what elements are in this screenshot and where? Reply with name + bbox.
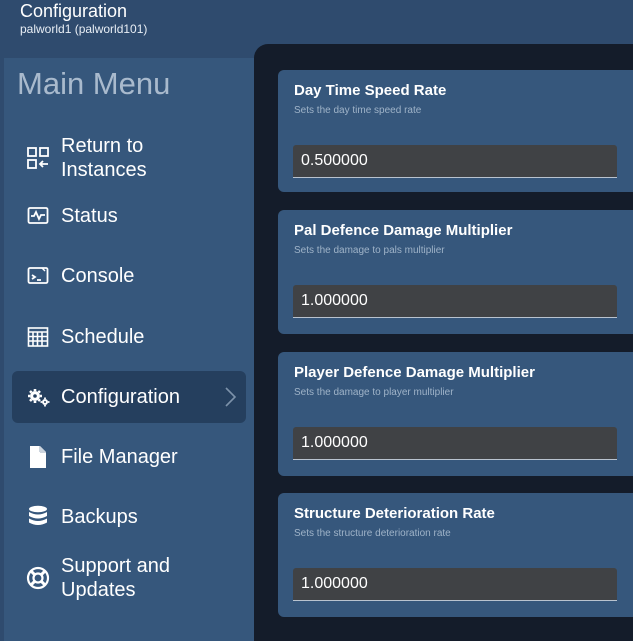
sidebar-item-schedule[interactable]: Schedule — [12, 319, 246, 355]
page-title: Configuration — [20, 1, 128, 21]
sidebar: Main Menu Return to Instances Status Con… — [4, 58, 254, 641]
setting-title: Structure Deterioration Rate — [294, 505, 495, 522]
gears-icon — [26, 385, 50, 409]
sidebar-item-return-to-instances[interactable]: Return to Instances — [12, 128, 246, 188]
setting-title: Pal Defence Damage Multiplier — [294, 222, 513, 239]
return-to-instances-icon — [26, 146, 50, 170]
database-icon — [26, 505, 50, 529]
setting-title: Player Defence Damage Multiplier — [294, 364, 535, 381]
sidebar-item-support-and-updates[interactable]: Support and Updates — [12, 548, 246, 608]
sidebar-item-label: Instances — [61, 159, 147, 181]
pal-defence-damage-multiplier-input[interactable] — [293, 285, 617, 318]
setting-card-player-defence-damage-multiplier: Player Defence Damage Multiplier Sets th… — [278, 352, 633, 476]
sidebar-item-label: Return to — [61, 135, 144, 157]
sidebar-item-backups[interactable]: Backups — [12, 499, 246, 535]
setting-description: Sets the day time speed rate — [294, 105, 422, 116]
page-header: Configuration palworld1 (palworld101) — [20, 0, 147, 36]
status-icon — [26, 204, 50, 228]
setting-card-pal-defence-damage-multiplier: Pal Defence Damage Multiplier Sets the d… — [278, 210, 633, 334]
structure-deterioration-rate-input[interactable] — [293, 568, 617, 601]
sidebar-item-label: Status — [61, 205, 118, 227]
player-defence-damage-multiplier-input[interactable] — [293, 427, 617, 460]
sidebar-item-label: Backups — [61, 506, 138, 528]
sidebar-item-file-manager[interactable]: File Manager — [12, 439, 246, 475]
setting-title: Day Time Speed Rate — [294, 82, 447, 99]
main-menu-title: Main Menu — [17, 66, 171, 101]
sidebar-item-label: Updates — [61, 579, 136, 601]
sidebar-item-configuration[interactable]: Configuration — [12, 371, 246, 423]
console-icon — [26, 264, 50, 288]
sidebar-item-label: Support and — [61, 555, 170, 577]
sidebar-item-label: Schedule — [61, 326, 145, 348]
sidebar-item-label: Console — [61, 265, 135, 287]
sidebar-item-status[interactable]: Status — [12, 198, 246, 234]
setting-description: Sets the damage to pals multiplier — [294, 245, 445, 256]
setting-description: Sets the structure deterioration rate — [294, 528, 451, 539]
day-time-speed-rate-input[interactable] — [293, 145, 617, 178]
instance-subtitle: palworld1 (palworld101) — [20, 22, 148, 36]
sidebar-item-label: Configuration — [61, 386, 180, 408]
setting-card-structure-deterioration-rate: Structure Deterioration Rate Sets the st… — [278, 493, 633, 617]
chevron-right-icon — [222, 385, 238, 409]
sidebar-item-console[interactable]: Console — [12, 258, 246, 294]
settings-panel: Day Time Speed Rate Sets the day time sp… — [254, 44, 633, 641]
sidebar-item-label: File Manager — [61, 446, 178, 468]
setting-description: Sets the damage to player multiplier — [294, 387, 454, 398]
file-icon — [26, 445, 50, 469]
schedule-icon — [26, 325, 50, 349]
setting-card-day-time-speed-rate: Day Time Speed Rate Sets the day time sp… — [278, 70, 633, 192]
lifebuoy-icon — [26, 566, 50, 590]
